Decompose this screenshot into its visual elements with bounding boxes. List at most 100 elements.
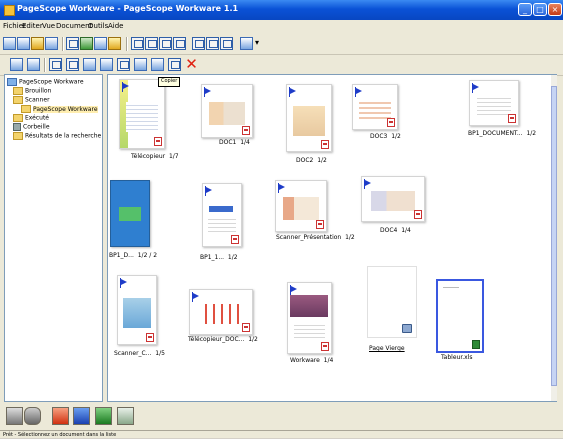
document-thumbnail[interactable] [286, 84, 332, 152]
document-thumbnail[interactable] [469, 80, 519, 126]
annotate-icon[interactable] [49, 58, 62, 71]
document-label[interactable]: DOC1 1/4 [219, 139, 250, 146]
detail-view-icon[interactable] [220, 37, 233, 50]
folder-tree[interactable]: PageScope Workware Brouillon Scanner Pag… [4, 74, 103, 402]
image-app-icon[interactable] [117, 407, 134, 425]
thumbnail-view-icon[interactable] [192, 37, 205, 50]
minimize-button[interactable]: _ [518, 3, 532, 16]
print-icon[interactable] [94, 37, 107, 50]
document-thumbnail[interactable] [189, 289, 253, 335]
open-icon[interactable] [45, 37, 58, 50]
tree-item-brouillon[interactable]: Brouillon [13, 87, 51, 96]
stamp-icon[interactable] [66, 58, 79, 71]
document-label[interactable]: DOC2 1/2 [296, 157, 327, 164]
tree-item-scanner[interactable]: Scanner [13, 96, 50, 105]
copy-icon[interactable] [100, 58, 113, 71]
document-label[interactable]: BP1_DOCUMENT... 1/2 [468, 130, 536, 137]
document-thumbnail[interactable] [201, 84, 253, 138]
excel-icon [472, 340, 480, 349]
document-label[interactable]: Workware 1/4 [290, 357, 333, 364]
trash-icon [13, 123, 21, 131]
search-folder-icon [13, 132, 23, 140]
document-label[interactable]: Télécopieur 1/7 [131, 153, 179, 160]
menu-view[interactable]: Vue [42, 22, 55, 30]
document-label[interactable]: BP1_1... 1/2 [200, 254, 238, 261]
tree-item-corbeille[interactable]: Corbeille [13, 123, 50, 132]
document-thumbnail[interactable] [367, 266, 417, 338]
split-icon[interactable] [168, 58, 181, 71]
folder-icon [13, 87, 23, 95]
document-label[interactable]: Page Vierge [369, 345, 405, 352]
pdf-app-icon[interactable] [52, 407, 69, 425]
pdf-icon [321, 140, 329, 149]
document-thumbnail[interactable] [110, 180, 150, 247]
document-thumbnail-selected[interactable] [436, 279, 484, 353]
close-button[interactable]: × [548, 3, 562, 16]
forward-icon[interactable] [17, 37, 30, 50]
document-label[interactable]: Télécopieur_DOC... 1/2 [188, 336, 258, 343]
scrollbar-thumb[interactable] [551, 86, 557, 386]
word-app-icon[interactable] [73, 407, 90, 425]
folder-icon[interactable] [31, 37, 44, 50]
menu-tools[interactable]: Outils [88, 22, 108, 30]
excel-app-icon[interactable] [95, 407, 112, 425]
menu-help[interactable]: Aide [108, 22, 123, 30]
layout-3-icon[interactable] [159, 37, 172, 50]
cut-icon[interactable] [83, 58, 96, 71]
title-bar[interactable]: PageScope Workware - PageScope Workware … [0, 0, 563, 20]
document-label[interactable]: DOC4 1/4 [380, 227, 411, 234]
pdf-icon [154, 137, 162, 146]
receive-icon[interactable] [27, 58, 40, 71]
document-thumbnail[interactable] [352, 84, 398, 130]
combine-icon[interactable] [151, 58, 164, 71]
menu-edit[interactable]: Editer [22, 22, 43, 30]
folder-icon [13, 114, 23, 122]
document-thumbnail[interactable] [202, 183, 242, 247]
send-icon[interactable] [10, 58, 23, 71]
printer-app-icon[interactable] [24, 407, 41, 425]
document-thumbnail[interactable] [275, 180, 327, 232]
document-thumbnail[interactable] [287, 282, 332, 354]
scan-icon[interactable] [80, 37, 93, 50]
workware-icon [7, 78, 17, 86]
fax-icon[interactable] [108, 37, 121, 50]
list-view-icon[interactable] [206, 37, 219, 50]
tree-item-workware[interactable]: PageScope Workware [21, 105, 98, 114]
document-label[interactable]: Scanner_Présentation 1/2 [276, 234, 355, 241]
menu-document[interactable]: Document [56, 22, 92, 30]
toolbar-main: ▾ [0, 34, 563, 55]
document-label[interactable]: Tableur.xls [441, 354, 473, 361]
pdf-icon [146, 333, 154, 342]
chevron-icon[interactable]: ▾ [255, 37, 268, 50]
document-label[interactable]: Scanner_C... 1/5 [114, 350, 165, 357]
document-thumbnail[interactable] [119, 79, 165, 149]
application-bar [0, 404, 563, 430]
document-label[interactable]: DOC3 1/2 [370, 133, 401, 140]
move-icon[interactable] [134, 58, 147, 71]
document-thumbnail[interactable] [117, 275, 157, 345]
tree-item-execute[interactable]: Exécuté [13, 114, 49, 123]
maximize-button[interactable]: □ [533, 3, 547, 16]
page-icon[interactable] [240, 37, 253, 50]
pdf-icon [316, 220, 324, 229]
pdf-icon [414, 210, 422, 219]
pdf-icon [242, 323, 250, 332]
menu-bar: Fichier Editer Vue Document Outils Aide [0, 20, 563, 33]
scanner-app-icon[interactable] [6, 407, 23, 425]
folder-open-icon [21, 105, 31, 113]
folder-icon [13, 96, 23, 104]
view-icon[interactable] [66, 37, 79, 50]
document-thumbnail[interactable] [361, 176, 425, 222]
layout-1-icon[interactable] [131, 37, 144, 50]
document-label[interactable]: BP1_D... 1/2 / 2 [109, 252, 157, 259]
back-icon[interactable] [3, 37, 16, 50]
paste-icon[interactable] [117, 58, 130, 71]
app-icon [4, 5, 15, 16]
status-bar: Prêt - Sélectionnez un document dans la … [0, 430, 563, 438]
tree-item-search-results[interactable]: Résultats de la recherche [13, 132, 101, 141]
layout-2-icon[interactable] [145, 37, 158, 50]
window-title: PageScope Workware - PageScope Workware … [17, 4, 239, 13]
delete-icon[interactable]: ✕ [185, 57, 198, 72]
tree-root[interactable]: PageScope Workware [7, 78, 84, 87]
layout-4-icon[interactable] [173, 37, 186, 50]
